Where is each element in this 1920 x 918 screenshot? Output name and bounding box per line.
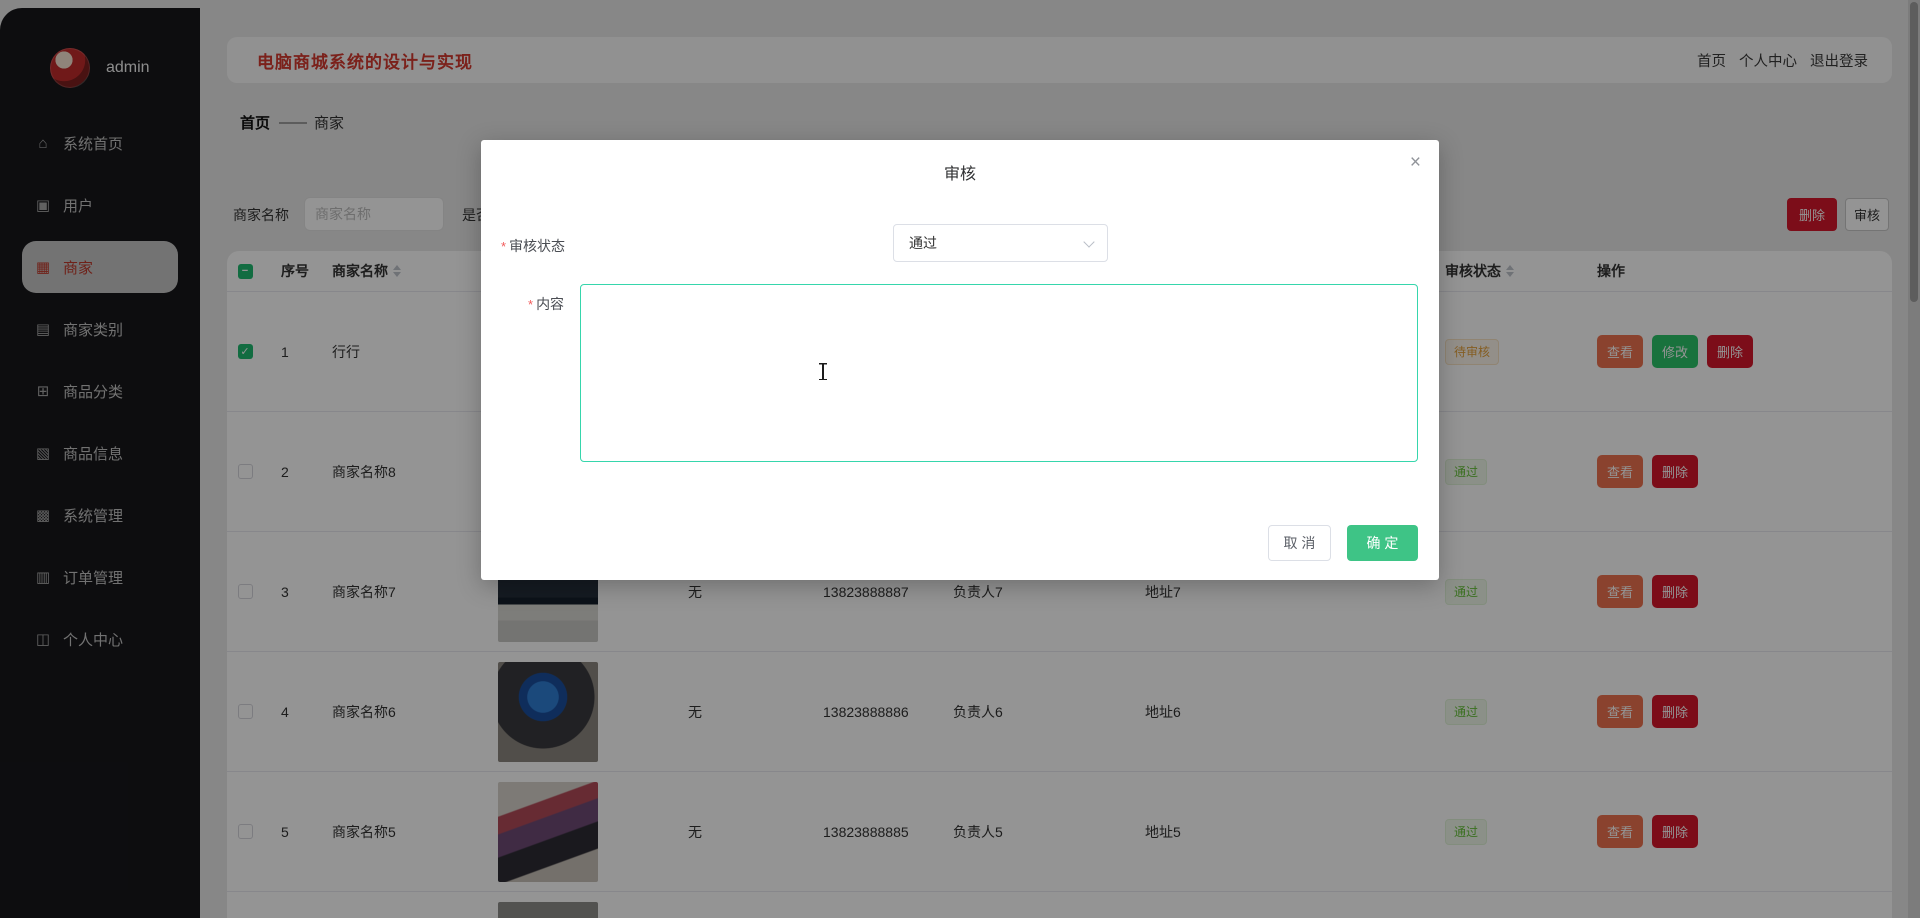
confirm-button[interactable]: 确 定	[1347, 525, 1418, 561]
required-mark: *	[528, 297, 534, 312]
close-icon[interactable]: ×	[1410, 153, 1421, 172]
text-cursor	[818, 363, 828, 380]
required-mark: *	[501, 239, 507, 254]
content-textarea[interactable]	[580, 284, 1418, 462]
chevron-down-icon	[1083, 236, 1095, 248]
audit-modal: 审核 × * 审核状态 通过 * 内容 取 消 确 定	[481, 140, 1439, 580]
modal-title: 审核	[943, 166, 976, 183]
audit-status-select[interactable]: 通过	[893, 224, 1108, 262]
audit-status-label: * 审核状态	[501, 238, 566, 254]
select-value: 通过	[909, 235, 937, 251]
cancel-button[interactable]: 取 消	[1268, 525, 1331, 561]
content-label: * 内容	[528, 296, 565, 312]
